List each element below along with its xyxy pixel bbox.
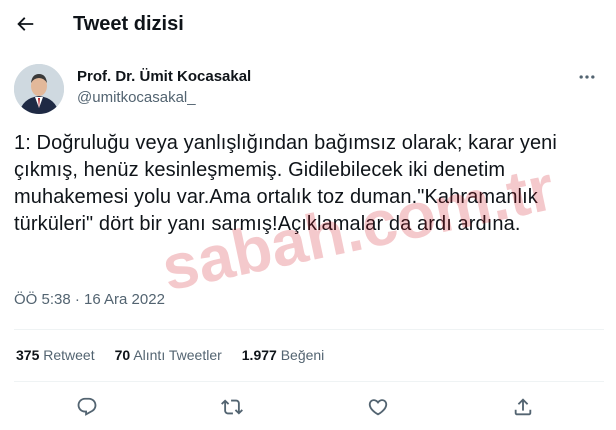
more-options-button[interactable] (572, 64, 602, 90)
avatar[interactable] (14, 64, 64, 114)
tweet-text: 1: Doğruluğu veya yanlışlığından bağımsı… (14, 132, 557, 235)
likes-label: Beğeni (280, 347, 325, 363)
likes-count: 1.977 (241, 347, 277, 363)
action-bar (0, 392, 616, 422)
divider (14, 381, 604, 382)
page-title: Tweet dizisi (73, 13, 184, 35)
header-bar: Tweet dizisi (0, 0, 616, 48)
tweet-timestamp[interactable]: ÖÖ 5:38 · 16 Ara 2022 (14, 290, 165, 310)
back-button[interactable] (10, 9, 40, 39)
share-icon (514, 398, 532, 416)
author-name[interactable]: Prof. Dr. Ümit Kocasakal (77, 67, 251, 87)
more-horizontal-icon (579, 75, 595, 79)
quotes-count: 70 (114, 347, 131, 363)
quotes-label: Alıntı Tweetler (133, 347, 222, 363)
quotes-stat[interactable]: 70 Alıntı Tweetler (115, 345, 222, 365)
arrow-left-icon (17, 17, 34, 31)
retweet-button[interactable] (217, 392, 247, 422)
author-handle[interactable]: @umitkocasakal_ (77, 88, 196, 108)
tweet-stats: 375 Retweet 70 Alıntı Tweetler 1.977 Beğ… (16, 345, 344, 365)
retweet-icon (221, 399, 243, 415)
retweets-stat[interactable]: 375 Retweet (16, 345, 95, 365)
reply-button[interactable] (72, 392, 102, 422)
avatar-photo (14, 64, 64, 114)
retweets-label: Retweet (43, 347, 95, 363)
reply-icon (77, 397, 97, 416)
heart-icon (368, 399, 388, 416)
share-button[interactable] (508, 392, 538, 422)
like-button[interactable] (363, 392, 393, 422)
retweets-count: 375 (16, 347, 40, 363)
likes-stat[interactable]: 1.977 Beğeni (242, 345, 325, 365)
divider (14, 329, 604, 330)
